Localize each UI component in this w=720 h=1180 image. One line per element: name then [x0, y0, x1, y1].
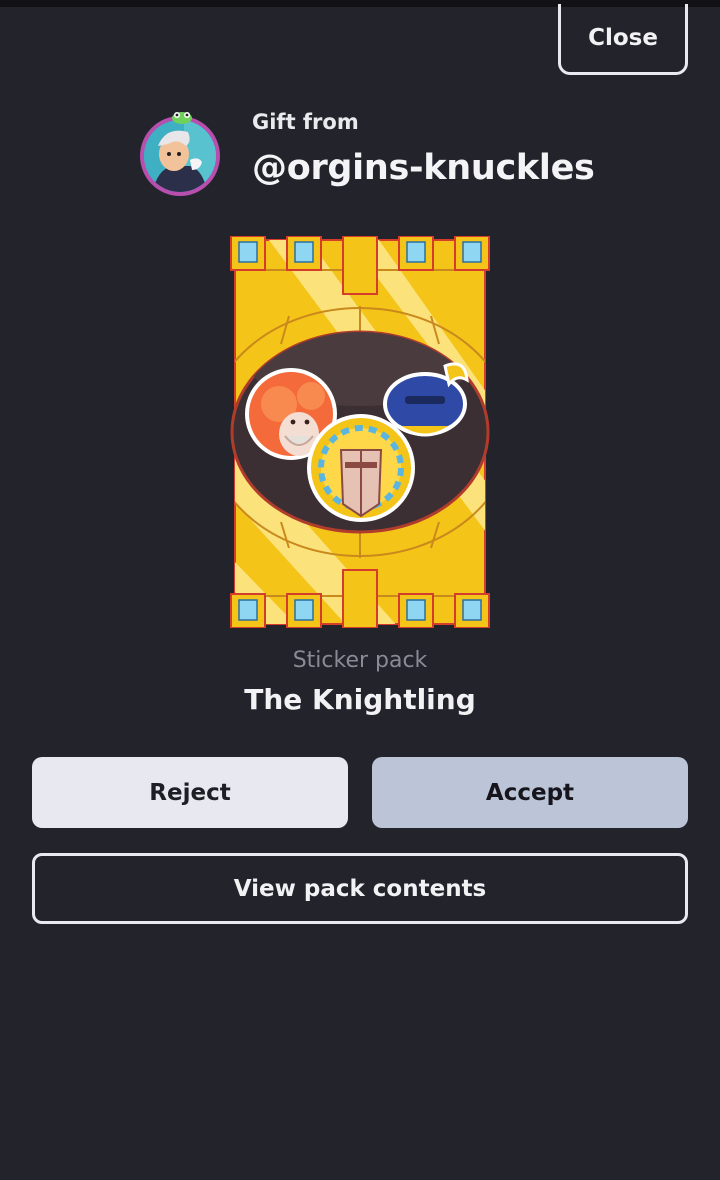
- close-button[interactable]: Close: [558, 4, 688, 75]
- gift-from-label: Gift from: [252, 110, 359, 134]
- knight-shield-sticker-icon: [307, 414, 415, 522]
- pack-title: The Knightling: [244, 683, 476, 716]
- reject-button[interactable]: Reject: [32, 757, 348, 828]
- sticker-pack-art: [230, 236, 490, 628]
- user-avatar[interactable]: [138, 112, 222, 196]
- accept-button[interactable]: Accept: [372, 757, 688, 828]
- frog-badge-icon: [172, 112, 192, 124]
- view-pack-contents-button[interactable]: View pack contents: [32, 853, 688, 924]
- pack-type-label: Sticker pack: [292, 648, 428, 673]
- gift-sender-username[interactable]: @orgins-knuckles: [252, 148, 595, 188]
